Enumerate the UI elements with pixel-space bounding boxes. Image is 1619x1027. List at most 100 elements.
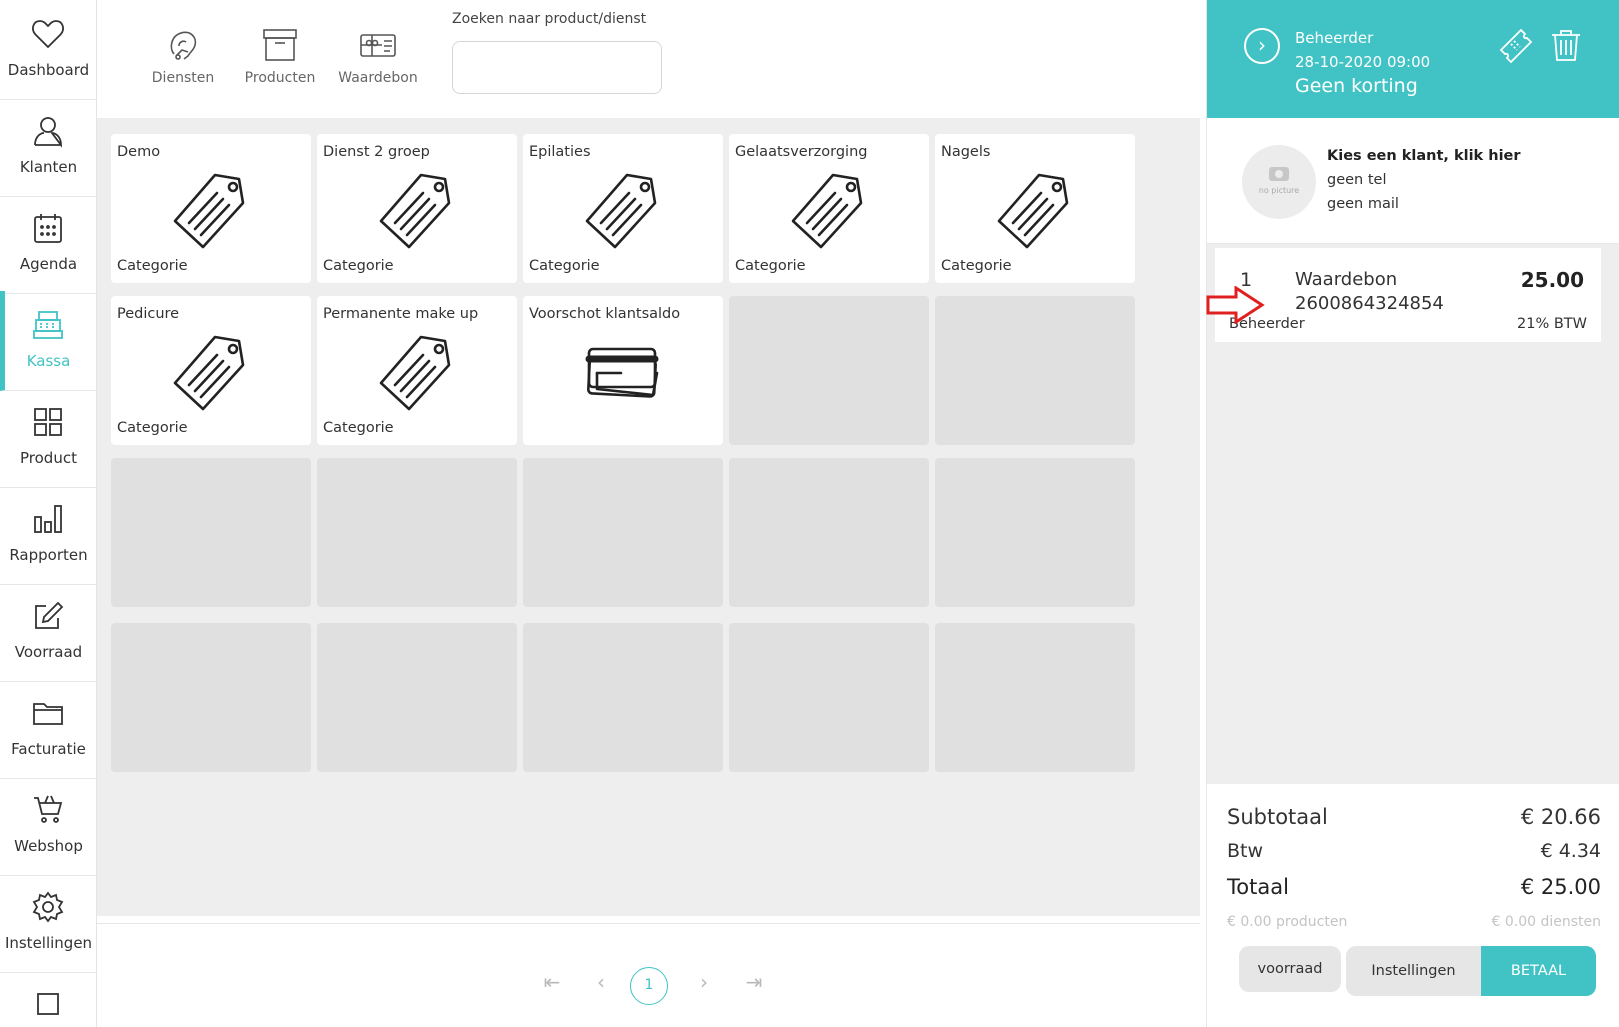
last-page-icon[interactable]: ⇥ <box>740 968 768 996</box>
avatar-placeholder-text: no picture <box>1258 186 1300 195</box>
line-vat: 21% BTW <box>1517 316 1587 332</box>
client-selector[interactable]: no picture Kies een klant, klik hier gee… <box>1207 118 1619 244</box>
line-name: Waardebon <box>1295 269 1398 290</box>
empty-tile <box>317 458 517 607</box>
tab-waardebon[interactable]: Waardebon <box>333 26 423 86</box>
avatar: no picture <box>1242 145 1316 219</box>
tab-label: Diensten <box>151 70 215 86</box>
sidebar: Dashboard Klanten Agenda Kassa Product R… <box>0 0 97 1027</box>
chevron-right-icon[interactable]: › <box>1244 28 1280 64</box>
category-tile-dienst-2-groep[interactable]: Dienst 2 groep Categorie <box>317 134 517 283</box>
category-tile-permanente-make-up[interactable]: Permanente make up Categorie <box>317 296 517 445</box>
price-tag-icon <box>791 173 863 249</box>
ticket-icon <box>1499 28 1533 64</box>
bar-chart-icon <box>34 505 62 533</box>
category-tile-voorschot-klantsaldo[interactable]: Voorschot klantsaldo <box>523 296 723 445</box>
sidebar-item-label: Webshop <box>14 837 83 855</box>
sidebar-item-facturatie[interactable]: Facturatie <box>0 679 97 779</box>
btw-value: € 4.34 <box>1540 840 1601 862</box>
voorraad-button[interactable]: voorraad <box>1239 946 1341 992</box>
total-label: Totaal <box>1227 875 1289 899</box>
hair-service-icon <box>170 31 197 60</box>
box-icon <box>263 29 297 61</box>
sidebar-item-label: Klanten <box>19 158 78 176</box>
sidebar-item-voorraad[interactable]: Voorraad <box>0 582 97 682</box>
camera-icon <box>1269 167 1289 181</box>
line-price: 25.00 <box>1520 268 1584 292</box>
category-tile-epilaties[interactable]: Epilaties Categorie <box>523 134 723 283</box>
tab-producten[interactable]: Producten <box>235 26 325 86</box>
tab-label: Producten <box>244 70 316 86</box>
price-tag-icon <box>585 173 657 249</box>
tile-category: Categorie <box>117 420 188 436</box>
sidebar-item-label: Product <box>20 449 77 467</box>
price-tag-icon <box>379 173 451 249</box>
catalog-grid: Demo Categorie Dienst 2 groep Categorie … <box>97 118 1200 916</box>
tile-name: Pedicure <box>117 306 180 322</box>
tile-name: Epilaties <box>529 144 591 160</box>
line-code: 2600864324854 <box>1295 293 1444 314</box>
tab-label: Waardebon <box>338 70 418 86</box>
voucher-button[interactable] <box>1497 26 1535 64</box>
grid-icon <box>34 408 62 436</box>
totals: Subtotaal € 20.66 Btw € 4.34 Totaal € 25… <box>1207 784 1619 1027</box>
tile-category: Categorie <box>941 258 1012 274</box>
tab-diensten[interactable]: Diensten <box>138 26 228 86</box>
tile-name: Permanente make up <box>323 306 479 322</box>
cart-lines: 1 Waardebon 2600864324854 25.00 Beheerde… <box>1206 244 1619 784</box>
tile-name: Dienst 2 groep <box>323 144 430 160</box>
sidebar-item-label: Rapporten <box>9 546 88 564</box>
search-label: Zoeken naar product/dienst <box>452 11 647 27</box>
trash-icon <box>1552 30 1580 61</box>
tile-name: Voorschot klantsaldo <box>529 306 681 322</box>
price-tag-icon <box>379 335 451 411</box>
category-tile-nagels[interactable]: Nagels Categorie <box>935 134 1135 283</box>
cart-line[interactable]: 1 Waardebon 2600864324854 25.00 Beheerde… <box>1215 248 1601 342</box>
client-prompt: Kies een klant, klik hier <box>1327 148 1521 164</box>
discount-selector[interactable]: Geen korting <box>1295 75 1418 97</box>
sidebar-item-kassa[interactable]: Kassa <box>0 291 97 391</box>
first-page-icon[interactable]: ⇤ <box>538 968 566 996</box>
sidebar-item-agenda[interactable]: Agenda <box>0 194 97 294</box>
empty-tile <box>111 458 311 607</box>
tile-name: Nagels <box>941 144 991 160</box>
empty-tile <box>317 623 517 772</box>
empty-tile <box>111 623 311 772</box>
empty-tile <box>935 296 1135 445</box>
sidebar-item-label: Instellingen <box>4 934 93 952</box>
price-tag-icon <box>173 173 245 249</box>
pay-button[interactable]: BETAAL <box>1481 946 1596 996</box>
category-tile-pedicure[interactable]: Pedicure Categorie <box>111 296 311 445</box>
register-user: Beheerder <box>1295 29 1374 47</box>
sidebar-item-rapporten[interactable]: Rapporten <box>0 485 97 585</box>
sidebar-item-instellingen[interactable]: Instellingen <box>0 873 97 973</box>
more-item-icon <box>37 993 59 1015</box>
current-page-button[interactable]: 1 <box>630 967 668 1005</box>
subtotal-value: € 20.66 <box>1520 805 1601 829</box>
sidebar-item-more[interactable] <box>0 970 97 1027</box>
user-icon <box>34 117 62 148</box>
sidebar-item-product[interactable]: Product <box>0 388 97 488</box>
tile-category: Categorie <box>323 258 394 274</box>
btw-label: Btw <box>1227 840 1264 862</box>
subtotal-label: Subtotaal <box>1227 805 1328 829</box>
category-tile-demo[interactable]: Demo Categorie <box>111 134 311 283</box>
prev-page-icon[interactable]: ‹ <box>587 968 615 996</box>
empty-tile <box>729 458 929 607</box>
search-input[interactable] <box>452 41 662 94</box>
sidebar-item-dashboard[interactable]: Dashboard <box>0 0 97 100</box>
price-tag-icon <box>997 173 1069 249</box>
settings-button[interactable]: Instellingen <box>1346 946 1481 996</box>
next-page-icon[interactable]: › <box>690 968 718 996</box>
category-tile-gelaatsverzorging[interactable]: Gelaatsverzorging Categorie <box>729 134 929 283</box>
empty-tile <box>729 296 929 445</box>
total-value: € 25.00 <box>1520 875 1601 899</box>
sidebar-item-webshop[interactable]: Webshop <box>0 776 97 876</box>
client-phone: geen tel <box>1327 172 1387 188</box>
sidebar-item-klanten[interactable]: Klanten <box>0 97 97 197</box>
clear-cart-button[interactable] <box>1547 26 1585 64</box>
catalog-toolbar: Diensten Producten Waardebon Zoeken naar… <box>97 0 1200 118</box>
tile-name: Gelaatsverzorging <box>735 144 868 160</box>
annotation-arrow-icon <box>1206 286 1265 324</box>
cart-icon <box>34 795 63 823</box>
